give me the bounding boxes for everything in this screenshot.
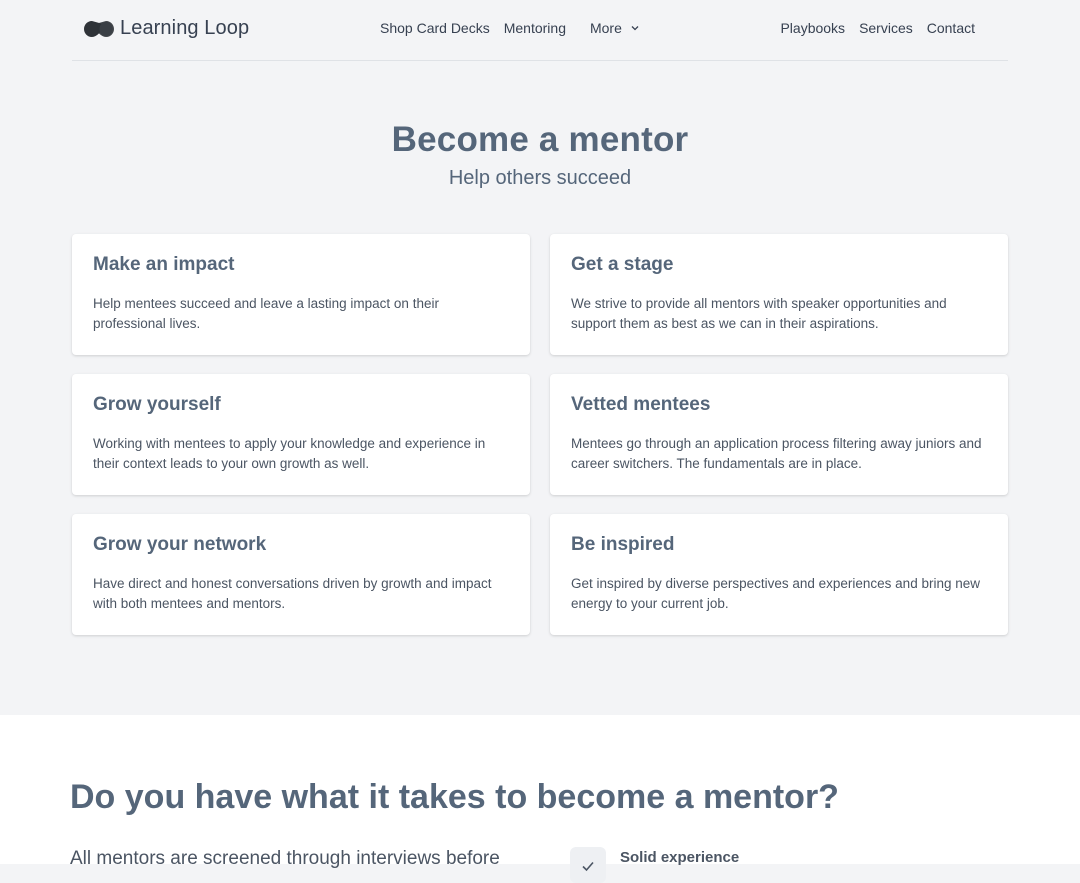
requirements-section: Do you have what it takes to become a me… [0,715,1080,883]
card-text: Mentees go through an application proces… [571,436,982,471]
nav-link-services[interactable]: Services [859,20,913,36]
main-nav: Shop Card Decks Mentoring More [380,20,640,36]
brand-name: Learning Loop [120,17,250,39]
card-text: Get inspired by diverse perspectives and… [571,576,980,611]
benefit-card-grow-yourself: Grow yourself Working with mentees to ap… [72,374,530,495]
feature-title: Solid experience [620,849,740,866]
requirements-intro: All mentors are screened through intervi… [70,848,500,869]
card-text: Working with mentees to apply your knowl… [93,436,486,471]
card-text: Help mentees succeed and leave a lasting… [93,296,439,331]
benefit-card-get-a-stage: Get a stage We strive to provide all men… [550,234,1008,355]
benefit-card-be-inspired: Be inspired Get inspired by diverse pers… [550,514,1008,635]
page-title: Become a mentor [391,120,689,159]
secondary-nav: Playbooks Services Contact [766,20,975,36]
nav-link-mentoring[interactable]: Mentoring [504,20,566,36]
requirements-title: Do you have what it takes to become a me… [70,778,839,816]
card-title: Get a stage [571,254,674,275]
benefit-card-make-an-impact: Make an impact Help mentees succeed and … [72,234,530,355]
brand-logo[interactable]: Learning Loop [84,17,249,40]
nav-link-shop-card-decks[interactable]: Shop Card Decks [380,20,490,36]
benefit-card-grow-your-network: Grow your network Have direct and honest… [72,514,530,635]
nav-more-dropdown[interactable]: More [590,20,640,36]
card-title: Be inspired [571,534,675,555]
card-title: Make an impact [93,254,235,275]
card-text: We strive to provide all mentors with sp… [571,296,947,331]
nav-more-label: More [589,20,622,36]
card-title: Grow yourself [93,394,221,415]
feature-check-badge [570,847,606,883]
loop-logo-icon [84,18,114,40]
card-text: Have direct and honest conversations dri… [93,576,492,611]
page-subtitle: Help others succeed [448,167,632,189]
card-title: Vetted mentees [571,394,711,415]
chevron-down-icon [631,26,639,31]
card-title: Grow your network [93,534,267,555]
benefit-card-vetted-mentees: Vetted mentees Mentees go through an app… [550,374,1008,495]
site-header: Learning Loop Shop Card Decks Mentoring … [72,0,1008,61]
nav-link-playbooks[interactable]: Playbooks [780,20,845,36]
check-icon [582,861,594,872]
nav-link-contact[interactable]: Contact [927,20,975,36]
